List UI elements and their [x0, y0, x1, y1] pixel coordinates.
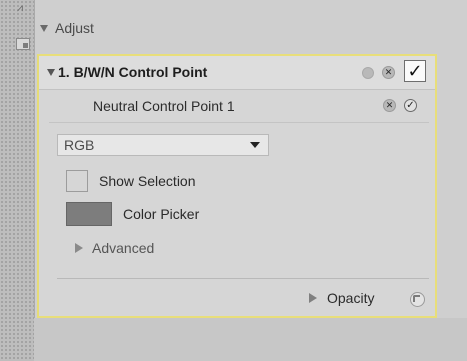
panel-toggle-icon[interactable]	[16, 38, 30, 50]
panel-footer-area	[34, 318, 467, 361]
show-selection-checkbox[interactable]	[66, 170, 88, 192]
expand-arrow-icon	[75, 243, 83, 253]
control-point-header[interactable]: 1. B/W/N Control Point ✕ ✓	[39, 56, 435, 90]
show-selection-label: Show Selection	[99, 173, 196, 189]
close-icon[interactable]: ✕	[383, 99, 396, 112]
control-point-title: 1. B/W/N Control Point	[58, 64, 208, 80]
control-point-title-row[interactable]: 1. B/W/N Control Point	[47, 64, 207, 80]
adjust-panel: ⩘ Adjust 1. B/W/N Control Point ✕ ✓ Neut…	[0, 0, 467, 361]
expand-arrow-icon	[309, 293, 317, 303]
neutral-control-point-label: Neutral Control Point 1	[93, 98, 235, 114]
status-dot-icon	[362, 67, 374, 79]
divider	[57, 278, 429, 279]
color-picker-swatch[interactable]	[66, 202, 112, 226]
opacity-toggle[interactable]: Opacity	[309, 290, 374, 306]
left-sidebar-strip: ⩘	[0, 0, 35, 361]
channel-select[interactable]: RGB	[57, 134, 269, 156]
enable-checkbox[interactable]: ✓	[404, 60, 426, 82]
control-point-panel: 1. B/W/N Control Point ✕ ✓ Neutral Contr…	[37, 54, 437, 318]
color-picker-label: Color Picker	[123, 206, 200, 222]
collapse-arrow-icon[interactable]	[47, 68, 55, 76]
adjust-title: Adjust	[55, 20, 94, 36]
close-icon[interactable]: ✕	[382, 66, 395, 79]
advanced-toggle[interactable]: Advanced	[75, 240, 154, 256]
channel-select-value: RGB	[64, 137, 95, 153]
advanced-label: Advanced	[92, 240, 155, 256]
neutral-control-point-row[interactable]: Neutral Control Point 1 ✕ ✓	[39, 90, 435, 122]
adjust-section-header[interactable]: Adjust	[40, 16, 94, 40]
filter-stack-icon[interactable]: ⩘	[14, 2, 26, 16]
neutral-enable-toggle[interactable]: ✓	[404, 99, 417, 112]
chevron-down-icon	[250, 142, 260, 148]
opacity-knob[interactable]	[410, 292, 425, 307]
collapse-arrow-icon[interactable]	[40, 24, 48, 32]
opacity-label: Opacity	[327, 290, 375, 306]
